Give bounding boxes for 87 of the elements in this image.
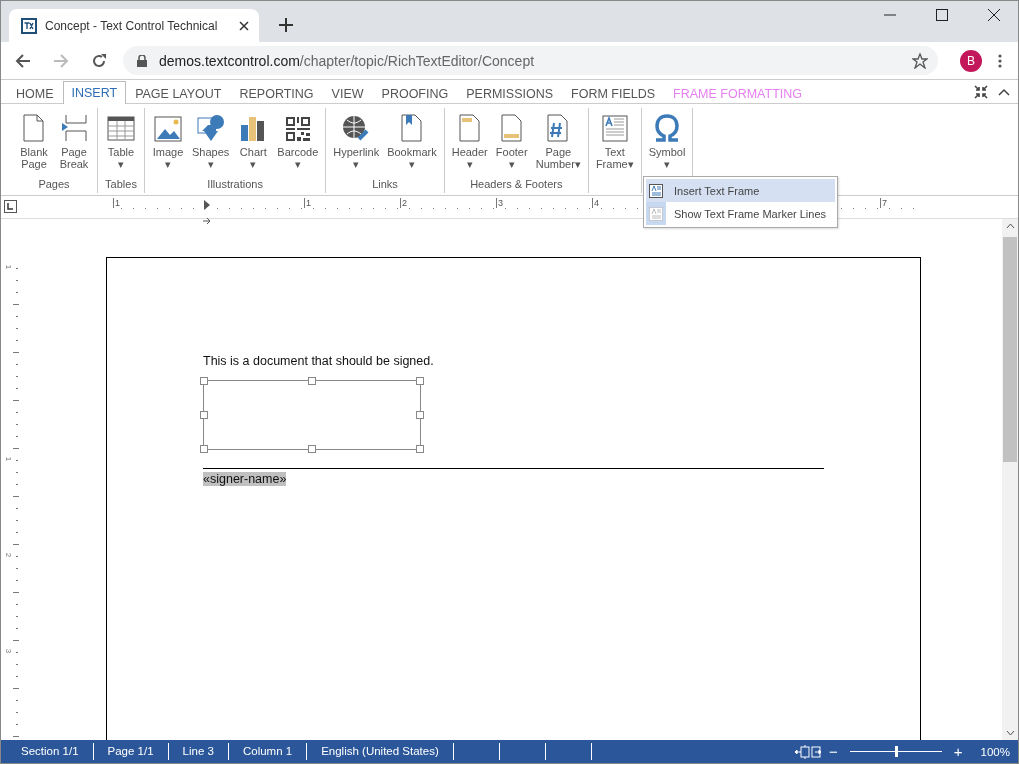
ribbon-button[interactable]: Image ▾ xyxy=(149,113,187,175)
status-item: Column 1 xyxy=(228,743,308,760)
tab-title: Concept - Text Control Technical xyxy=(45,18,219,33)
ruler-number: 4 xyxy=(592,198,599,208)
menu-icon[interactable] xyxy=(998,53,1002,68)
table-icon xyxy=(105,113,137,143)
ribbon-tab[interactable]: VIEW xyxy=(322,82,373,104)
resize-handle[interactable] xyxy=(308,377,316,385)
ruler-number: 1 xyxy=(304,198,311,208)
status-item: Section 1/1 xyxy=(1,743,94,760)
ruler-number: 1 xyxy=(4,456,13,462)
ribbon-tab[interactable]: FORM FIELDS xyxy=(562,82,665,104)
ribbon-button[interactable]: Header ▾ xyxy=(448,113,491,175)
group-label: Headers & Footers xyxy=(470,178,563,192)
star-icon[interactable] xyxy=(912,52,928,69)
resize-handle[interactable] xyxy=(416,411,424,419)
close-icon[interactable] xyxy=(239,20,249,31)
ruler-number: 2 xyxy=(4,552,13,558)
image-icon xyxy=(152,113,184,143)
text-frame-icon xyxy=(648,205,664,222)
zoom-level: 100% xyxy=(980,745,1010,758)
ribbon-button[interactable]: Page Break xyxy=(55,113,93,175)
resize-handle[interactable] xyxy=(200,377,208,385)
status-item: Page 1/1 xyxy=(93,743,169,760)
scroll-up-icon[interactable] xyxy=(1005,223,1015,229)
collapse-icon[interactable] xyxy=(974,84,988,99)
fit-page-icon[interactable] xyxy=(793,744,824,759)
ribbon-tab[interactable]: PERMISSIONS xyxy=(457,82,563,104)
group-label: Tables xyxy=(105,178,137,192)
ribbon-tab[interactable]: HOME xyxy=(7,82,63,104)
resize-handle[interactable] xyxy=(200,445,208,453)
ribbon-button[interactable]: Chart ▾ xyxy=(234,113,273,175)
tab-stop-icon[interactable] xyxy=(4,200,17,213)
zoom-in-button[interactable]: + xyxy=(947,743,969,760)
reload-icon[interactable] xyxy=(91,52,107,69)
menu-item[interactable]: Insert Text Frame xyxy=(646,179,835,202)
ribbon-tab[interactable]: INSERT xyxy=(62,81,127,104)
resize-handle[interactable] xyxy=(416,377,424,385)
url-text: demos.textcontrol.com/chapter/topic/RichTextEditor/Concept xyxy=(159,52,535,69)
resize-handle[interactable] xyxy=(308,445,316,453)
text-frame[interactable] xyxy=(203,380,421,450)
profile-avatar[interactable]: B xyxy=(960,49,982,72)
ribbon-button[interactable]: Text Frame▾ xyxy=(592,113,637,175)
ruler-number: 7 xyxy=(880,198,887,208)
resize-handle[interactable] xyxy=(200,411,208,419)
menu-item[interactable]: Show Text Frame Marker Lines xyxy=(646,202,835,225)
ribbon-button[interactable]: Bookmark ▾ xyxy=(384,113,440,175)
ribbon-button[interactable]: Page Number▾ xyxy=(532,113,584,175)
scroll-down-icon[interactable] xyxy=(1005,730,1015,736)
group-label: Links xyxy=(372,178,398,192)
paragraph: This is a document that should be signed. xyxy=(203,354,435,368)
ruler-number: 1 xyxy=(4,264,13,270)
slider-thumb[interactable] xyxy=(894,746,898,757)
ribbon-button[interactable]: Blank Page xyxy=(15,113,53,175)
close-icon[interactable] xyxy=(988,8,1000,21)
ribbon-tab[interactable]: PAGE LAYOUT xyxy=(126,82,231,104)
ruler-number: 3 xyxy=(496,198,503,208)
resize-handle[interactable] xyxy=(416,445,424,453)
status-item: English (United States) xyxy=(307,743,454,760)
ribbon-button[interactable]: Hyperlink ▾ xyxy=(330,113,383,175)
ribbon-button[interactable]: Shapes ▾ xyxy=(189,113,233,175)
indent-marker-icon[interactable] xyxy=(202,199,212,227)
ribbon-tab[interactable]: PROOFING xyxy=(372,82,458,104)
ribbon-tab[interactable]: REPORTING xyxy=(230,82,323,104)
back-icon[interactable] xyxy=(15,52,31,69)
new-tab-icon[interactable] xyxy=(279,18,293,32)
scrollbar[interactable] xyxy=(1002,219,1018,740)
status-item: Line 3 xyxy=(168,743,229,760)
ruler-number: 2 xyxy=(400,198,407,208)
chevron-up-icon[interactable] xyxy=(998,87,1010,96)
zoom-out-button[interactable]: − xyxy=(823,743,844,760)
ribbon-button[interactable]: Table ▾ xyxy=(102,113,140,175)
lock-icon xyxy=(137,54,147,67)
address-field[interactable]: demos.textcontrol.com/chapter/topic/RichTextEditor/Concept xyxy=(123,46,938,75)
ribbon-button[interactable]: Footer ▾ xyxy=(492,113,531,175)
ribbon-button[interactable]: Symbol ▾ xyxy=(645,113,689,175)
group-label: Pages xyxy=(38,178,70,192)
ribbon-button[interactable]: Barcode ▾ xyxy=(274,113,322,175)
maximize-icon[interactable] xyxy=(936,8,948,21)
browser-tab[interactable]: Concept - Text Control Technical xyxy=(9,9,259,42)
ruler-number: 3 xyxy=(4,648,13,654)
site-logo-icon xyxy=(21,17,37,34)
shapes-icon xyxy=(194,113,227,143)
ruler-number: 1 xyxy=(113,198,120,208)
merge-field[interactable]: «signer-name» xyxy=(203,472,287,486)
text-frame-icon xyxy=(648,182,664,199)
group-label: Illustrations xyxy=(207,178,263,192)
